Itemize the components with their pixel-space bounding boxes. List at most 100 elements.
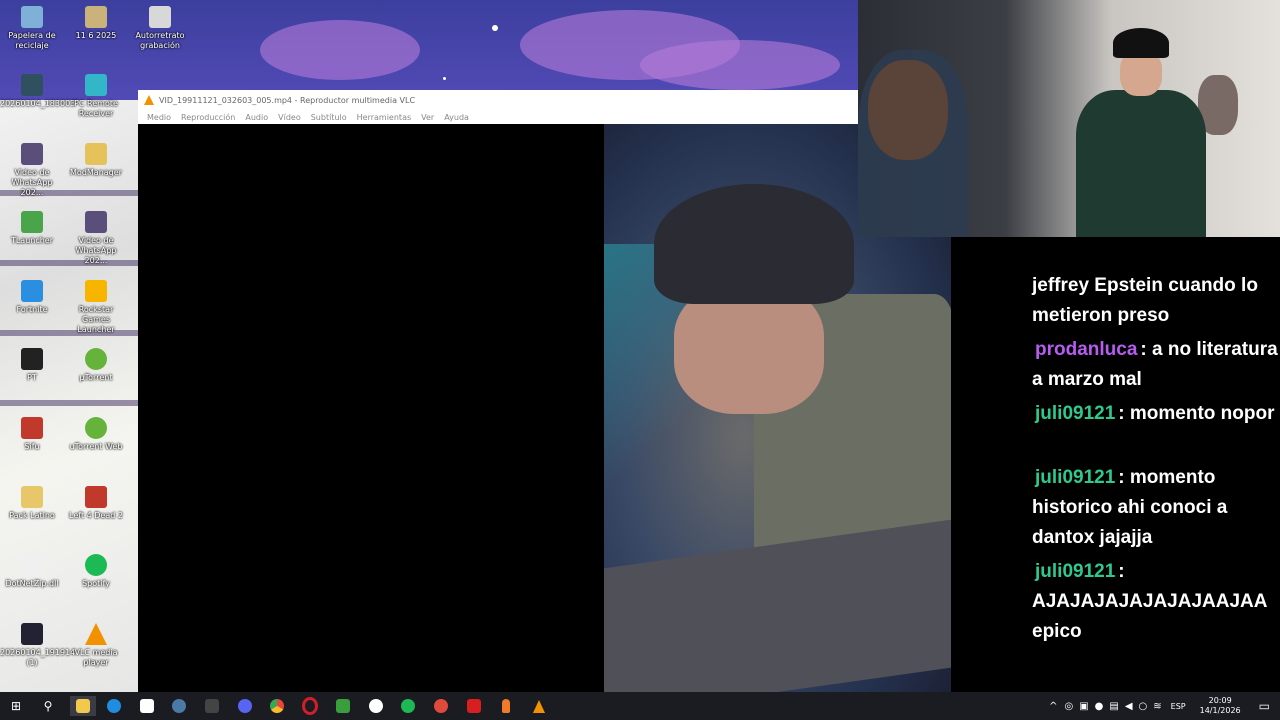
desktop-icon-modmanager[interactable]: ModManager [64,143,128,178]
vlc-window-title: VID_19911121_032603_005.mp4 - Reproducto… [159,95,416,105]
language-indicator[interactable]: ESP [1171,702,1186,711]
taskbar-spotify[interactable] [398,696,418,716]
tray-app-icon[interactable]: ◎ [1064,701,1073,712]
vlc-icon [85,623,107,645]
menu-subtitulo[interactable]: Subtítulo [311,113,347,122]
tlauncher-icon [21,211,43,233]
taskbar-edge[interactable] [104,696,124,716]
desktop-icon-dotnetzip[interactable]: DotNetZip.dll [0,554,64,589]
desktop-icon-utorrent-web[interactable]: uTorrent Web [64,417,128,452]
webcam-person-left-face [868,60,948,160]
utorrent-icon [85,348,107,370]
microphone-icon[interactable]: ● [1095,701,1104,712]
taskbar-clock-app[interactable] [431,696,451,716]
chat-message: jeffrey Epstein cuando lo metieron preso [1032,271,1280,331]
file-icon [85,6,107,28]
chat-message: juli09121: AJAJAJAJAJAJAJAAJAA epico [1032,557,1280,647]
desktop-icon-utorrent[interactable]: µTorrent [64,348,128,383]
search-button[interactable]: ⚲ [38,696,58,716]
taskbar-chrome[interactable] [267,696,287,716]
taskbar-microphone[interactable] [496,696,516,716]
menu-audio[interactable]: Audio [245,113,268,122]
chrome-icon [270,699,284,713]
vlc-menu-bar: Medio Reproducción Audio Vídeo Subtítulo… [138,110,858,124]
desktop-icon-folder[interactable]: 11 6 2025 [64,6,128,41]
chat-message-text: : momento nopor [1118,403,1275,424]
desktop-icon-fortnite[interactable]: Fortnite [0,280,64,315]
clock-time: 20:09 [1208,696,1232,705]
video-person-beanie [654,184,854,304]
sync-icon[interactable]: ○ [1139,701,1148,712]
taskbar-xbox-app[interactable] [366,696,386,716]
desktop-icon-tlauncher[interactable]: TLauncher [0,211,64,246]
vlc-title-bar[interactable]: VID_19911121_032603_005.mp4 - Reproducto… [138,90,858,110]
network-icon[interactable]: ▤ [1109,701,1118,712]
recycle-bin-icon [21,6,43,28]
discord-icon [238,699,252,713]
store-icon [140,699,154,713]
vlc-video-area[interactable] [138,124,951,692]
desktop-icon-spotify[interactable]: Spotify [64,554,128,589]
chat-username: juli09121 [1035,467,1116,488]
taskbar-vlc[interactable] [529,696,549,716]
menu-herramientas[interactable]: Herramientas [357,113,412,122]
desktop-icon-rockstar[interactable]: Rockstar Games Launcher [64,280,128,335]
desktop-icon-autorretrato[interactable]: Autorretrato grabación [128,6,192,51]
microphone-icon [502,699,510,713]
desktop-icon-left4dead2[interactable]: Left 4 Dead 2 [64,486,128,521]
folder-icon [76,699,90,713]
video-file-icon [21,143,43,165]
desktop-icon-pt[interactable]: PT [0,348,64,383]
desktop-icon-pc-remote[interactable]: PC Remote Receiver [64,74,128,119]
wallpaper-cloud [640,40,840,90]
webcam-person-right-shirt [1076,90,1206,237]
rockstar-icon [85,280,107,302]
xbox-app-icon [369,699,383,713]
taskbar-xbox[interactable] [333,696,353,716]
desktop-icon-whatsapp-video-2[interactable]: Video de WhatsApp 202... [64,211,128,266]
desktop-icon-vlc[interactable]: VLC media player [64,623,128,668]
xbox-icon [336,699,350,713]
vlc-icon [533,699,545,713]
desktop-icon-sifu[interactable]: Sifu [0,417,64,452]
pc-remote-icon [85,74,107,96]
taskbar-epic-games[interactable] [202,696,222,716]
clock[interactable]: 20:09 14/1/2026 [1200,696,1241,716]
volume-icon[interactable]: ◀ [1125,701,1133,712]
desktop-icon-whatsapp-video[interactable]: Video de WhatsApp 202... [0,143,64,198]
menu-medio[interactable]: Medio [147,113,171,122]
steam-icon [172,699,186,713]
taskbar-opera[interactable] [300,696,320,716]
chat-message-text: jeffrey Epstein cuando lo metieron preso [1032,275,1258,326]
desktop-icon-video-file[interactable]: 20260104_183003 [0,74,75,109]
spotify-icon [401,699,415,713]
taskbar-discord[interactable] [235,696,255,716]
fortnite-icon [21,280,43,302]
taskbar-file-explorer[interactable] [70,696,96,716]
menu-ver[interactable]: Ver [421,113,434,122]
taskbar-recorder[interactable] [464,696,484,716]
menu-reproduccion[interactable]: Reproducción [181,113,235,122]
chat-message: juli09121: momento nopor [1032,399,1280,429]
taskbar-steam[interactable] [169,696,189,716]
desktop-icon-video-file-2[interactable]: 20260104_191914 (1) [0,623,75,668]
wifi-icon[interactable]: ≋ [1153,701,1161,712]
chat-username: juli09121 [1035,561,1116,582]
taskbar-store[interactable] [137,696,157,716]
start-button[interactable]: ⊞ [6,696,26,716]
clock-app-icon [434,699,448,713]
chat-overlay: jeffrey Epstein cuando lo metieron preso… [951,237,1280,692]
utorrent-icon [85,417,107,439]
menu-video[interactable]: Vídeo [278,113,301,122]
opera-icon [302,697,318,715]
chat-username: prodanluca [1035,339,1138,360]
desktop-icon-pack-latino[interactable]: Pack Latino [0,486,64,521]
notifications-icon[interactable]: ▭ [1259,699,1270,713]
edge-icon [107,699,121,713]
chat-message: prodanluca: a no literatura a marzo mal [1032,335,1280,395]
tray-app-icon[interactable]: ▣ [1079,701,1088,712]
chevron-up-icon[interactable]: ^ [1049,701,1057,712]
vlc-cone-icon [144,95,154,105]
menu-ayuda[interactable]: Ayuda [444,113,469,122]
desktop-icon-recycle-bin[interactable]: Papelera de reciclaje [0,6,64,51]
